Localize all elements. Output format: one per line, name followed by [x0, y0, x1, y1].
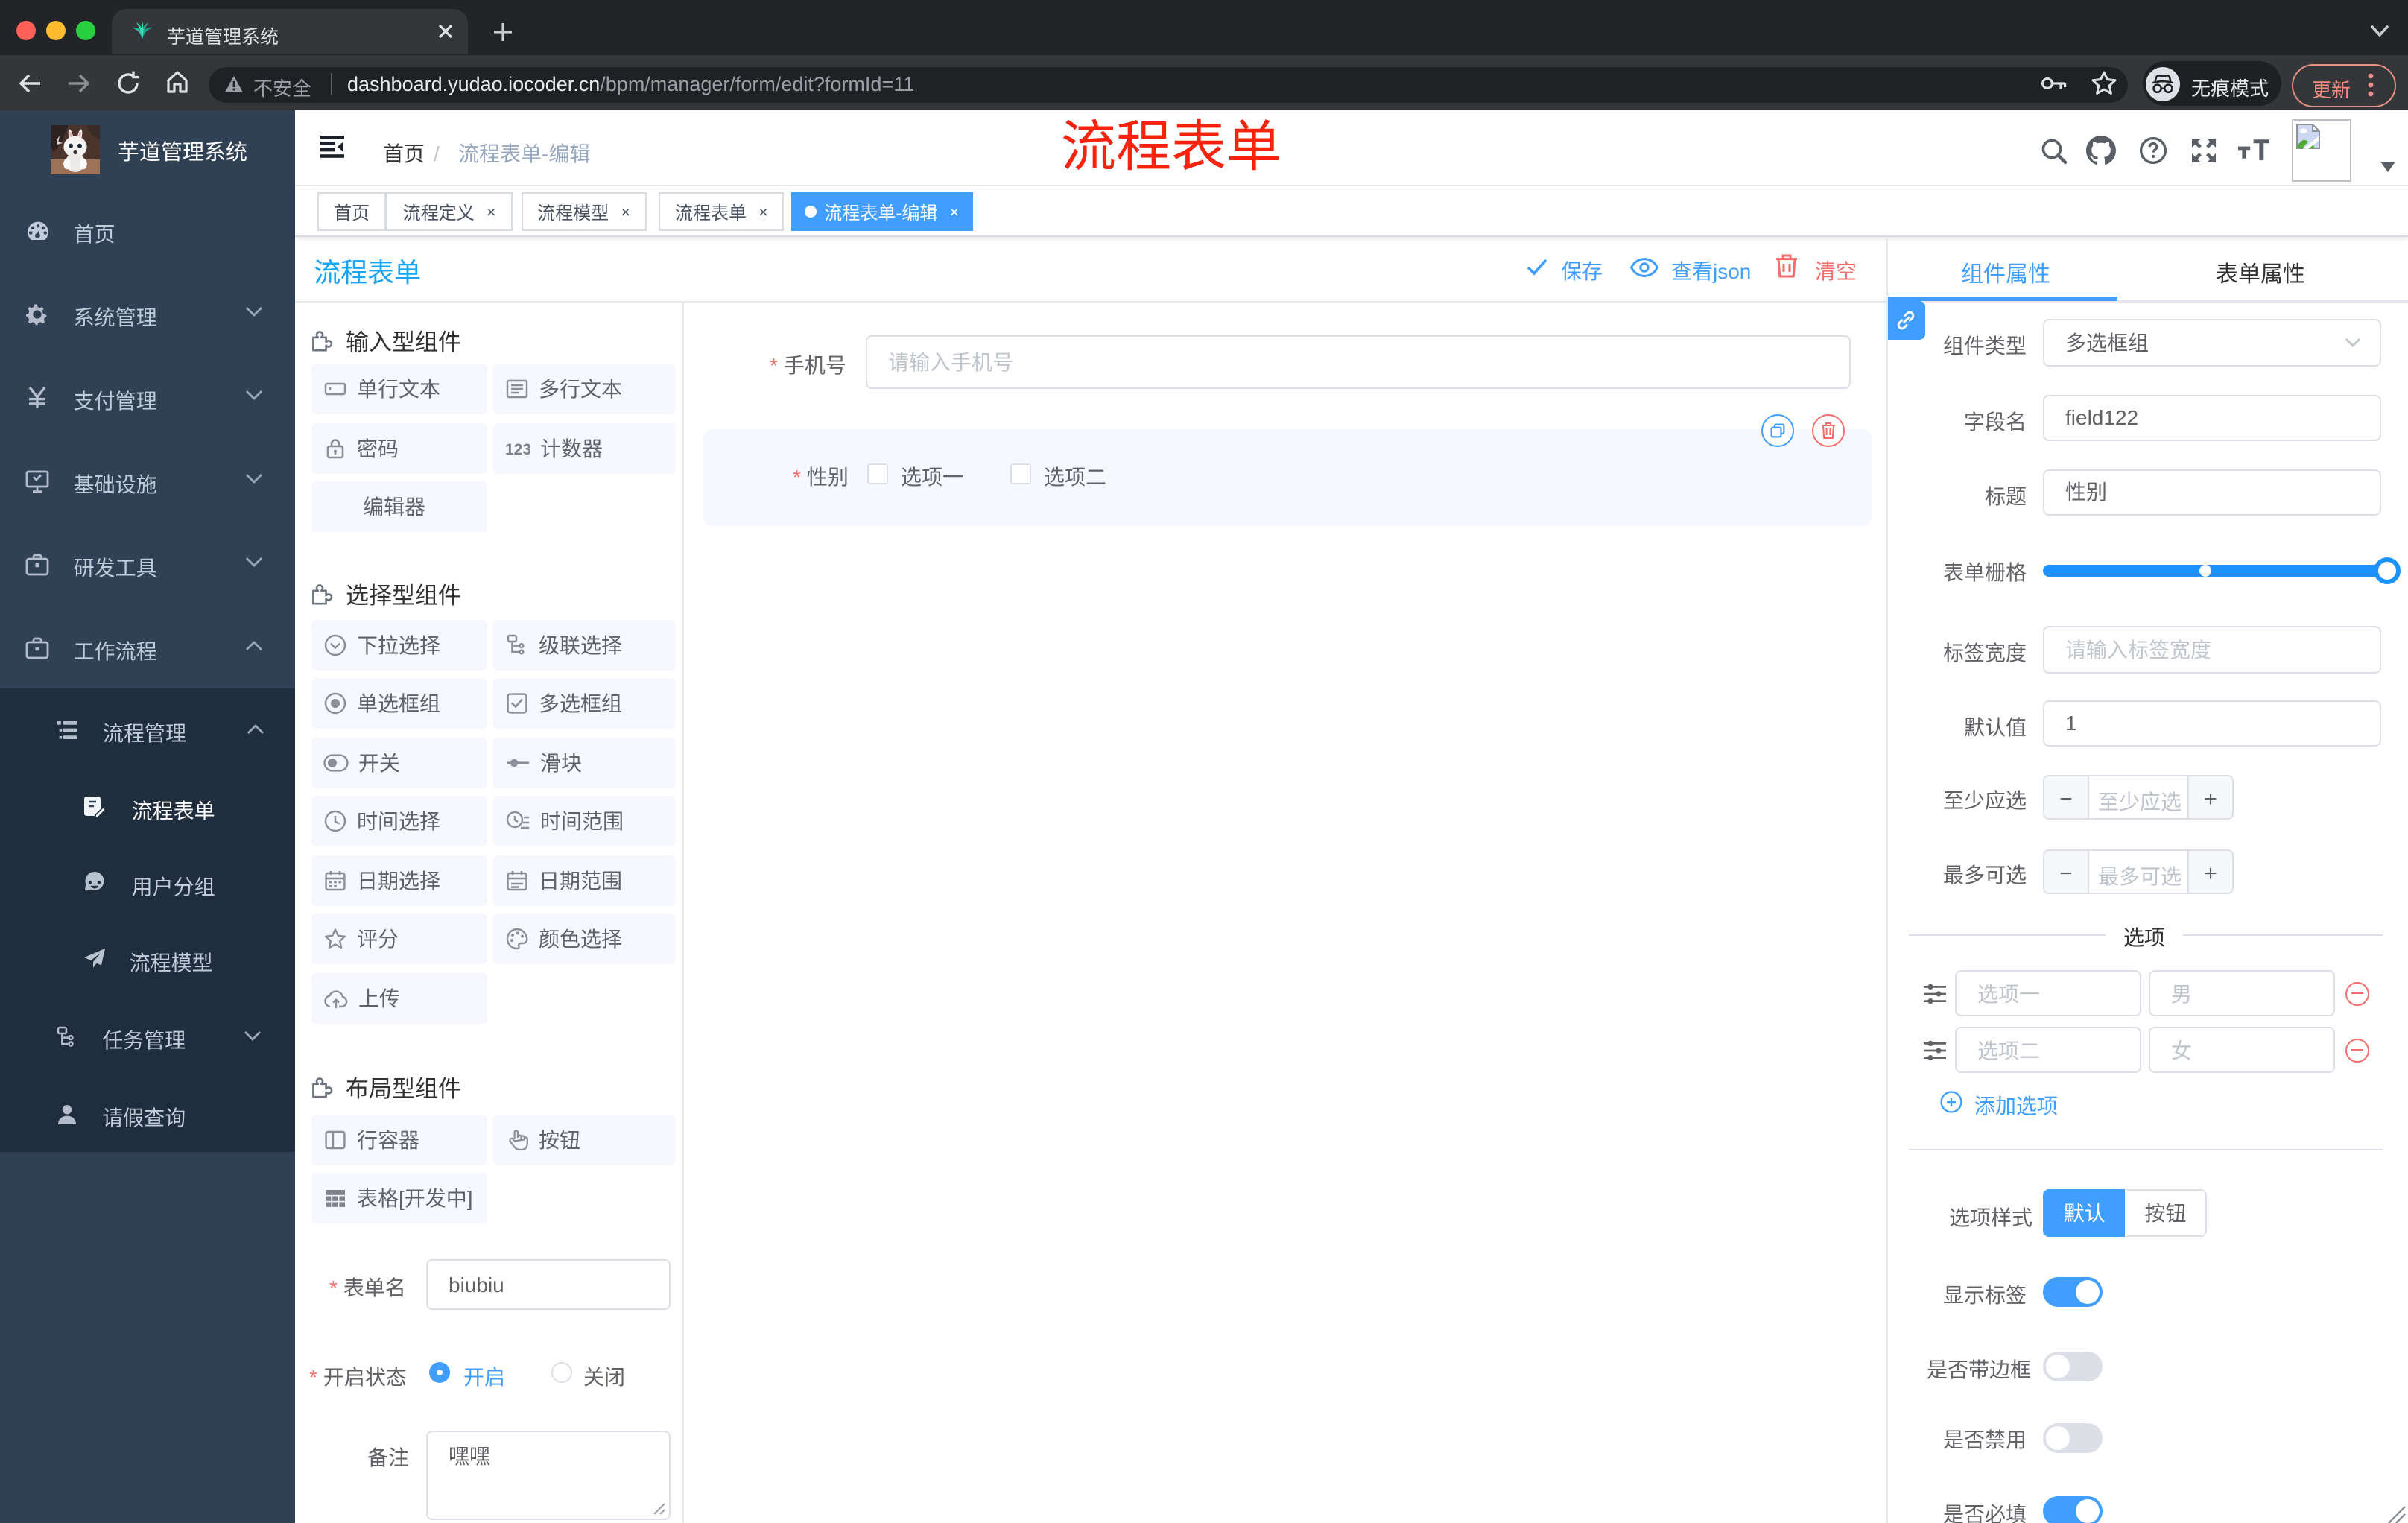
- svg-text:123: 123: [504, 440, 530, 457]
